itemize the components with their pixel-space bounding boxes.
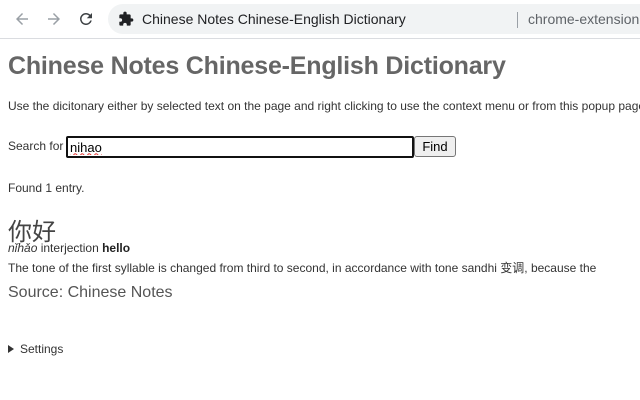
forward-arrow-icon: [48, 13, 60, 25]
entry-grammar: interjection: [40, 241, 99, 255]
entry-definition-line: nǐhǎo interjection hello: [8, 241, 130, 255]
search-label: Search for: [8, 139, 64, 153]
disclosure-triangle-icon: [8, 345, 14, 353]
address-bar-url[interactable]: chrome-extension://gefbidlaangmaf: [528, 11, 640, 27]
settings-toggle[interactable]: Settings: [8, 342, 63, 356]
browser-toolbar: Chinese Notes Chinese-English Dictionary…: [0, 0, 640, 39]
search-input[interactable]: [66, 136, 414, 158]
page-title: Chinese Notes Chinese-English Dictionary: [8, 52, 506, 80]
reload-button[interactable]: [74, 7, 98, 31]
entry-english: hello: [102, 241, 131, 255]
entry-notes: The tone of the first syllable is change…: [8, 261, 597, 275]
settings-label: Settings: [20, 342, 64, 356]
results-summary: Found 1 entry.: [8, 181, 85, 195]
entry-pinyin: nǐhǎo: [8, 241, 38, 255]
back-button[interactable]: [10, 7, 34, 31]
address-bar[interactable]: Chinese Notes Chinese-English Dictionary…: [108, 4, 640, 34]
back-arrow-icon: [16, 13, 28, 25]
address-bar-page-title: Chinese Notes Chinese-English Dictionary: [142, 11, 406, 27]
intro-text: Use the dicitonary either by selected te…: [8, 99, 640, 113]
puzzle-piece-icon: [119, 11, 134, 26]
address-bar-separator: [517, 12, 518, 28]
page-content: Chinese Notes Chinese-English Dictionary…: [8, 38, 640, 400]
source-line: Source: Chinese Notes: [8, 284, 173, 301]
reload-icon: [80, 13, 92, 25]
find-button[interactable]: Find: [414, 136, 456, 157]
forward-button[interactable]: [42, 7, 66, 31]
